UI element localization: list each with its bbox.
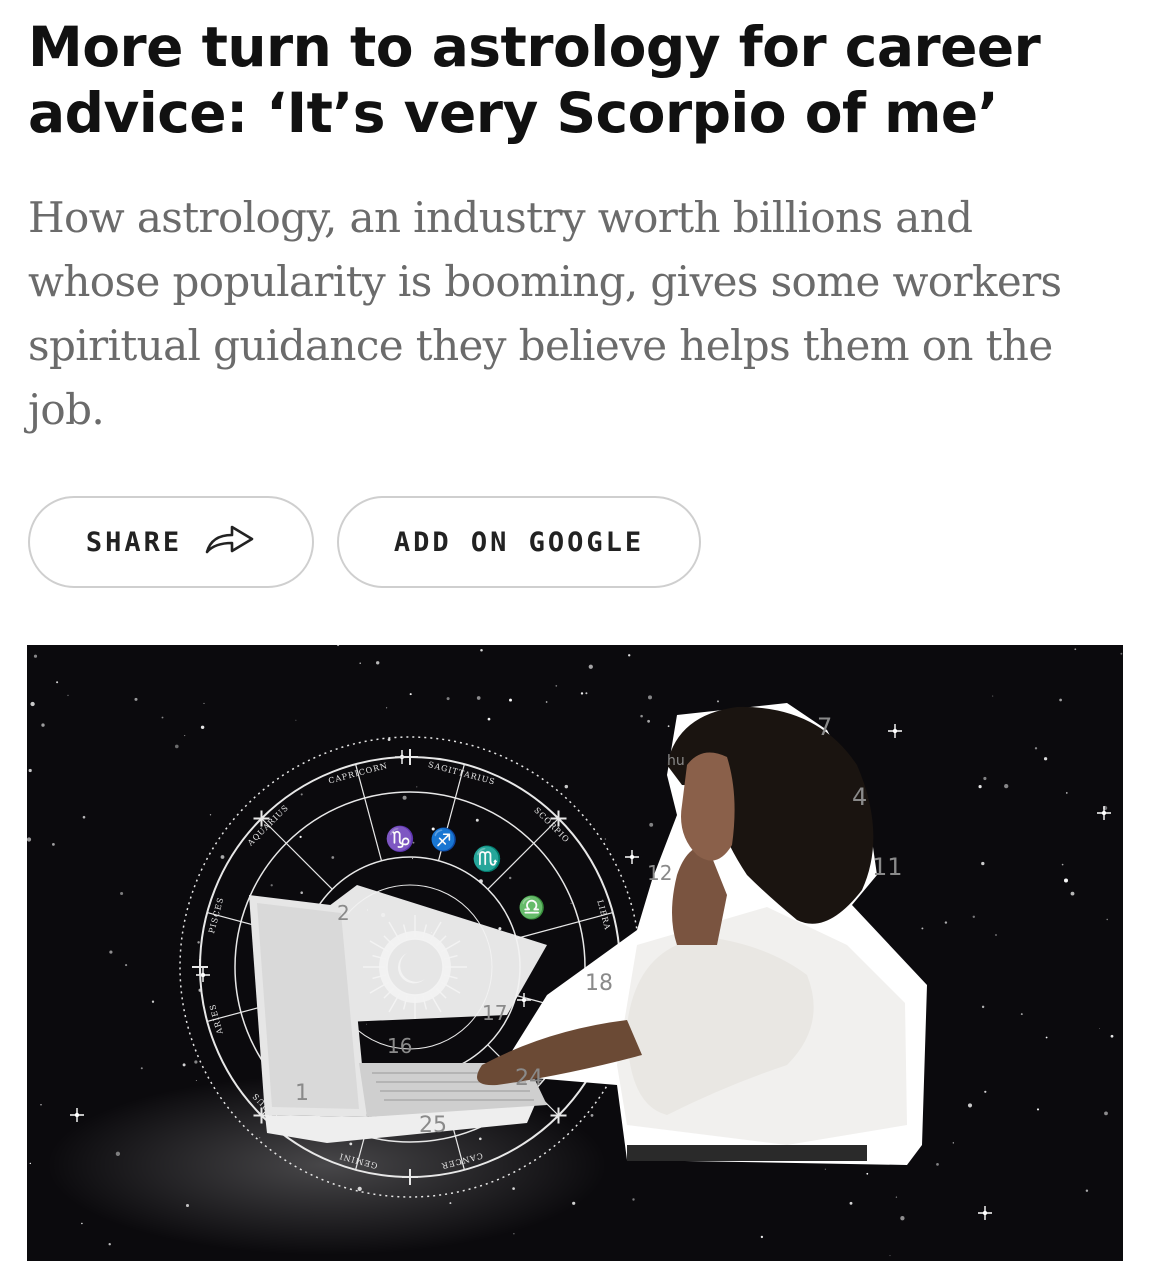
- hero-image: CAPRICORN SAGITTARIUS SCORPIO LIBRA AQUARIUS…: [27, 645, 1123, 1261]
- calendar-number: 25: [419, 1113, 447, 1138]
- share-arrow-icon: [204, 523, 256, 562]
- calendar-number: 11: [872, 853, 903, 881]
- svg-text:♐: ♐: [430, 827, 457, 853]
- calendar-number: 2: [337, 901, 350, 925]
- article-dek: How astrology, an industry worth billion…: [28, 193, 1062, 434]
- calendar-number: 16: [387, 1034, 412, 1058]
- svg-text:♏: ♏: [472, 845, 502, 873]
- calendar-number: 12: [647, 861, 672, 885]
- svg-text:♑: ♑: [385, 825, 415, 853]
- article-headline: More turn to astrology for career advice…: [28, 15, 1041, 145]
- calendar-number: hu: [667, 753, 685, 769]
- calendar-number: 1: [295, 1081, 309, 1106]
- hero-illustration: CAPRICORN SAGITTARIUSSCORPIOLIBRAAQUARIUS…: [27, 645, 1123, 1261]
- calendar-number: 17: [482, 1001, 507, 1025]
- calendar-number: 4: [852, 783, 867, 811]
- calendar-number: 7: [817, 713, 832, 741]
- share-label: SHARE: [85, 526, 183, 558]
- add-on-google-button[interactable]: ADD ON GOOGLE: [337, 496, 701, 588]
- calendar-number: 18: [585, 971, 613, 996]
- calendar-number: 24: [515, 1066, 543, 1091]
- svg-text:♎: ♎: [518, 895, 545, 921]
- add-on-google-label: ADD ON GOOGLE: [393, 526, 645, 558]
- share-button[interactable]: SHARE: [28, 496, 314, 588]
